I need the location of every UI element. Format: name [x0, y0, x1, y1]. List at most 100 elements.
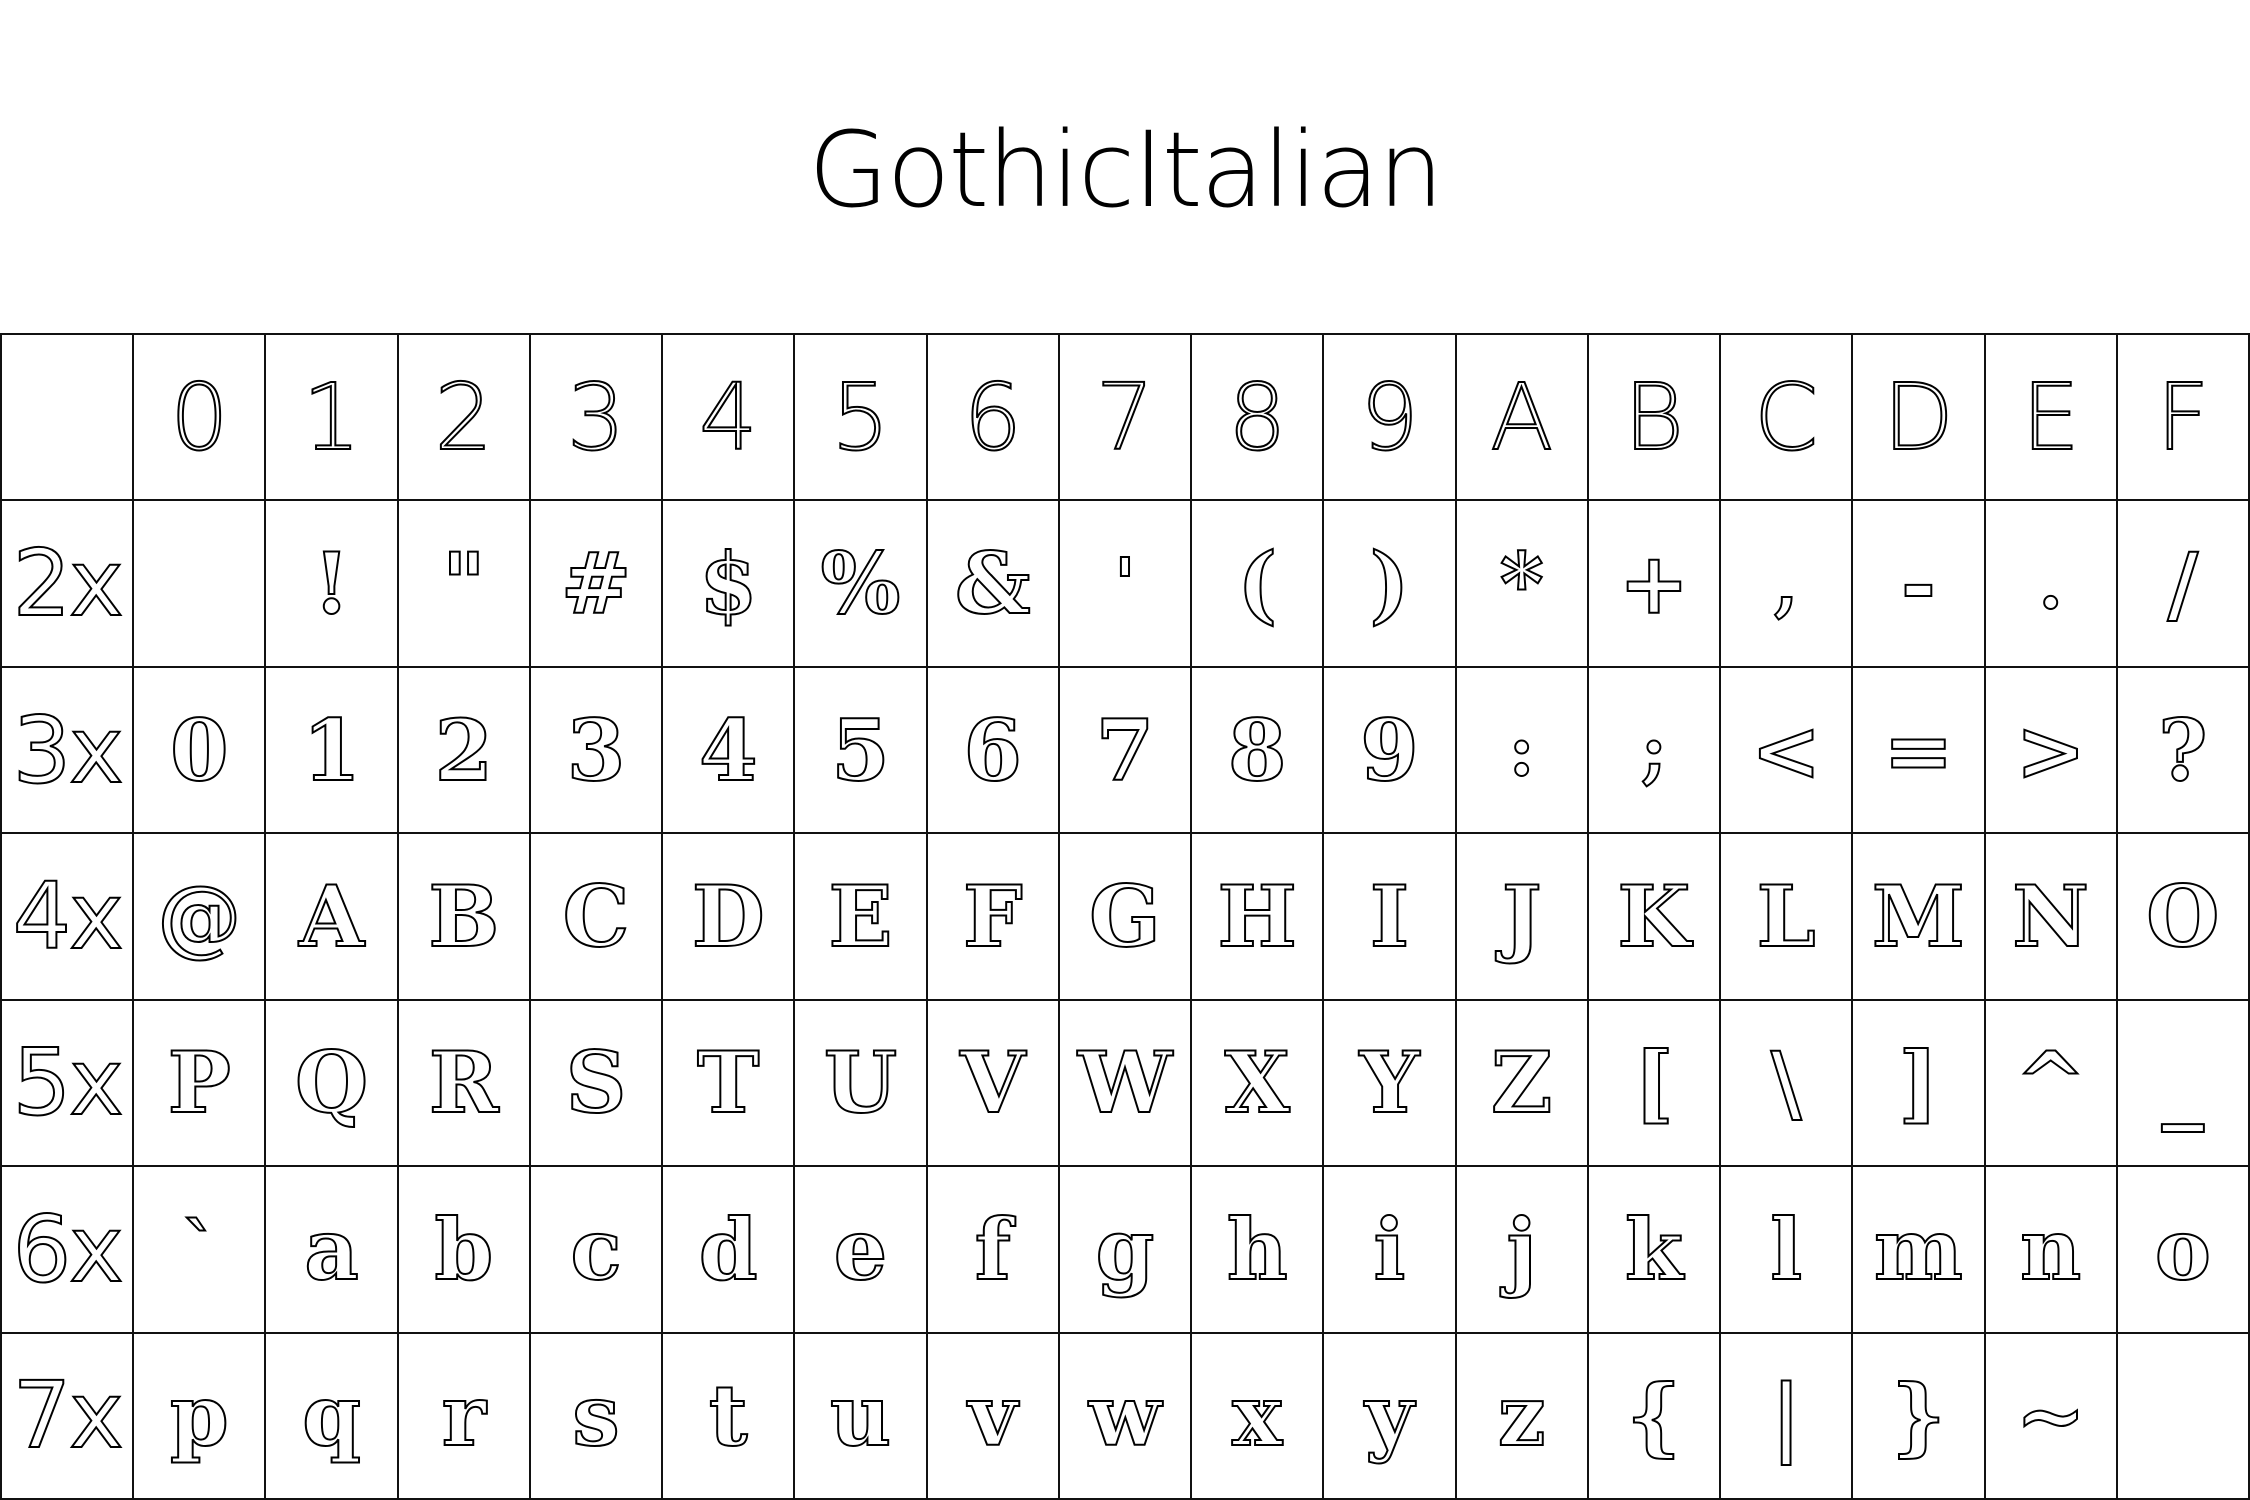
glyph-cell: 6: [925, 665, 1060, 835]
column-header: B: [1586, 332, 1722, 502]
column-header: A: [1454, 332, 1589, 502]
glyph-cell: P: [132, 998, 267, 1168]
glyph-cell: .: [1983, 499, 2118, 668]
glyph-cell: :: [1454, 665, 1589, 835]
glyph-cell: (: [1190, 499, 1325, 668]
glyph-cell: !: [264, 499, 399, 668]
glyph-cell: |: [1719, 1331, 1854, 1500]
glyph-cell: 7: [1057, 665, 1193, 835]
glyph-cell: x: [1190, 1331, 1325, 1500]
glyph-cell: 2: [396, 665, 531, 835]
glyph-cell: -: [1851, 499, 1986, 668]
column-header: 3: [528, 332, 664, 502]
column-header: D: [1851, 332, 1986, 502]
glyph-cell: U: [793, 998, 928, 1168]
character-map-table: 0 1 2 3 4 5 6 7 8 9 A B C D E F 2x ! " # $%…: [0, 332, 2250, 1500]
glyph-cell: ': [1057, 499, 1193, 668]
glyph-cell: h: [1190, 1165, 1325, 1334]
column-header: E: [1983, 332, 2118, 502]
glyph-cell: ,: [1719, 499, 1854, 668]
glyph-cell: v: [925, 1331, 1060, 1500]
row-header: 6x: [0, 1165, 135, 1334]
glyph-cell: \: [1719, 998, 1854, 1168]
glyph-cell: y: [1322, 1331, 1457, 1500]
glyph-cell: @: [132, 832, 267, 1001]
glyph-cell: N: [1983, 832, 2118, 1001]
glyph-cell: <: [1719, 665, 1854, 835]
column-header-row: 0 1 2 3 4 5 6 7 8 9 A B C D E F: [0, 332, 2250, 502]
glyph-cell: ;: [1586, 665, 1722, 835]
glyph-cell: }: [1851, 1331, 1986, 1500]
glyph-cell: #: [528, 499, 664, 668]
glyph-cell: %: [793, 499, 928, 668]
glyph-cell: I: [1322, 832, 1457, 1001]
glyph-cell: t: [661, 1331, 796, 1500]
glyph-cell: z: [1454, 1331, 1589, 1500]
glyph-cell: p: [132, 1331, 267, 1500]
glyph-cell: {: [1586, 1331, 1722, 1500]
glyph-cell: o: [2115, 1165, 2250, 1334]
column-header: 8: [1190, 332, 1325, 502]
glyph-cell: ?: [2115, 665, 2250, 835]
glyph-cell: ): [1322, 499, 1457, 668]
row-header: 2x: [0, 499, 135, 668]
glyph-cell: ": [396, 499, 531, 668]
glyph-cell: 1: [264, 665, 399, 835]
glyph-cell: B: [396, 832, 531, 1001]
glyph-cell: n: [1983, 1165, 2118, 1334]
glyph-cell: R: [396, 998, 531, 1168]
glyph-cell: e: [793, 1165, 928, 1334]
glyph-cell: 4: [661, 665, 796, 835]
font-specimen-page: GothicItalian 0 1 2 3 4 5 6 7 8 9 A B C …: [0, 0, 2250, 1500]
column-header: 9: [1322, 332, 1457, 502]
glyph-row: 7x p q r s t u v w x y z{|} ~: [0, 1331, 2250, 1500]
glyph-cell: L: [1719, 832, 1854, 1001]
row-header: 3x: [0, 665, 135, 835]
column-header: 7: [1057, 332, 1193, 502]
glyph-cell: c: [528, 1165, 664, 1334]
column-header: 4: [661, 332, 796, 502]
row-header: 4x: [0, 832, 135, 1001]
glyph-cell: Q: [264, 998, 399, 1168]
glyph-cell: 5: [793, 665, 928, 835]
glyph-cell: W: [1057, 998, 1193, 1168]
glyph-cell: +: [1586, 499, 1722, 668]
glyph-cell: [: [1586, 998, 1722, 1168]
glyph-cell: =: [1851, 665, 1986, 835]
glyph-cell: E: [793, 832, 928, 1001]
glyph-cell: q: [264, 1331, 399, 1500]
glyph-cell: d: [661, 1165, 796, 1334]
glyph-cell: f: [925, 1165, 1060, 1334]
glyph-cell: /: [2115, 499, 2250, 668]
column-header: C: [1719, 332, 1854, 502]
glyph-cell: _: [2115, 998, 2250, 1168]
column-header: 1: [264, 332, 399, 502]
glyph-cell: D: [661, 832, 796, 1001]
glyph-cell: m: [1851, 1165, 1986, 1334]
glyph-cell: ^: [1983, 998, 2118, 1168]
row-header: 5x: [0, 998, 135, 1168]
glyph-cell: S: [528, 998, 664, 1168]
column-header: F: [2115, 332, 2250, 502]
glyph-cell: F: [925, 832, 1060, 1001]
corner-cell: [0, 332, 135, 502]
glyph-cell: T: [661, 998, 796, 1168]
glyph-cell: O: [2115, 832, 2250, 1001]
glyph-cell: a: [264, 1165, 399, 1334]
glyph-cell: *: [1454, 499, 1589, 668]
glyph-cell: [132, 499, 267, 668]
glyph-cell: ]: [1851, 998, 1986, 1168]
glyph-row: 6x ` a b c d e f g h i j k l m n o: [0, 1165, 2250, 1334]
glyph-cell: Y: [1322, 998, 1457, 1168]
glyph-cell: u: [793, 1331, 928, 1500]
glyph-cell: 9: [1322, 665, 1457, 835]
glyph-cell: i: [1322, 1165, 1457, 1334]
glyph-cell: s: [528, 1331, 664, 1500]
glyph-cell: `: [132, 1165, 267, 1334]
glyph-cell: l: [1719, 1165, 1854, 1334]
glyph-cell: J: [1454, 832, 1589, 1001]
glyph-cell: >: [1983, 665, 2118, 835]
glyph-row: 4x @ A B C D E F G H I J K L M N O: [0, 832, 2250, 1001]
glyph-cell: 3: [528, 665, 664, 835]
glyph-cell: $: [661, 499, 796, 668]
